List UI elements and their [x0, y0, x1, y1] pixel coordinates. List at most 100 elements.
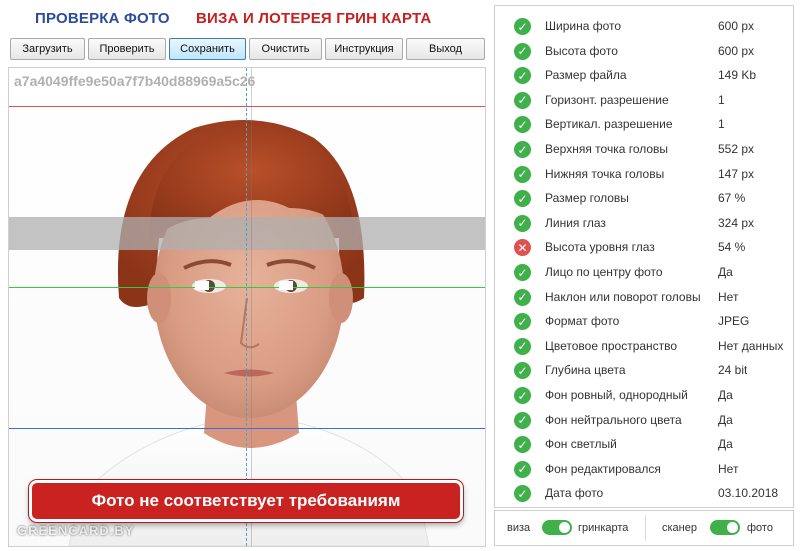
check-label: Высота уровня глаз: [545, 240, 655, 255]
toggle-knob: [559, 522, 570, 533]
check-label: Цветовое пространство: [545, 338, 678, 353]
check-row: ✓ Размер головы 67 %: [495, 186, 793, 210]
check-row: ✓ Глубина цвета 24 bit: [495, 358, 793, 382]
check-value: 600 px: [718, 43, 755, 58]
check-label: Глубина цвета: [545, 363, 626, 378]
check-row: ✓ Наклон или поворот головы Нет: [495, 285, 793, 309]
clear-button[interactable]: Очистить: [249, 38, 322, 60]
face-axis-line: [251, 68, 252, 546]
toggle-right-on-label: фото: [747, 522, 773, 534]
check-circle-icon: ✓: [514, 264, 531, 281]
check-label: Ширина фото: [545, 19, 622, 33]
check-row: ✓ Лицо по центру фото Да: [495, 260, 793, 284]
photo-hash: a7a4049ffe9e50a7f7b40d88969a5c26: [14, 73, 256, 89]
portrait-image: [68, 120, 430, 546]
check-value: Нет: [718, 289, 739, 304]
check-row: ✓ Формат фото JPEG: [495, 309, 793, 333]
check-row: ✓ Фон нейтрального цвета Да: [495, 408, 793, 432]
check-circle-icon: ✓: [514, 387, 531, 404]
check-circle-icon: ✓: [514, 91, 531, 109]
scanner-photo-toggle[interactable]: [710, 520, 740, 535]
toggle-knob: [727, 522, 738, 533]
check-circle-icon: ✓: [514, 141, 531, 158]
check-row: ✓ Размер файла 149 Kb: [495, 63, 793, 87]
check-circle-icon: ✓: [514, 190, 531, 208]
check-value: Да: [718, 437, 733, 452]
check-value: 149 Kb: [718, 68, 757, 83]
check-label: Высота фото: [545, 43, 618, 58]
check-label: Фон нейтрального цвета: [545, 412, 682, 427]
check-circle-icon: ✓: [514, 214, 531, 232]
check-row: ✓ Дата фото 03.10.2018: [495, 481, 793, 505]
instruction-button[interactable]: Инструкция: [325, 38, 403, 60]
check-results-panel: ✓ Ширина фото 600 px ✓ Высота фото 600 px ✓ Раз…: [494, 5, 794, 508]
toggle-divider: [645, 515, 646, 541]
eye-line: [9, 287, 485, 288]
toolbar: Загрузить Проверить Сохранить Очистить И…: [10, 38, 486, 62]
warning-banner: Фото не соответствует требованиям: [29, 480, 463, 522]
check-value: Да: [718, 412, 733, 427]
check-value: 324 px: [718, 215, 755, 230]
check-row: ✕ Высота уровня глаз 54 %: [495, 235, 793, 259]
visa-greencard-toggle[interactable]: [542, 520, 572, 535]
check-circle-icon: ✓: [514, 18, 531, 35]
app-title: ПРОВЕРКА ФОТО: [35, 10, 170, 27]
check-value: 03.10.2018: [718, 486, 779, 501]
check-row: ✓ Фон редактировался Нет: [495, 457, 793, 481]
check-value: Нет: [718, 461, 739, 476]
check-row: ✓ Фон ровный, однородный Да: [495, 383, 793, 407]
check-value: 147 px: [718, 166, 755, 181]
check-label: Дата фото: [545, 486, 604, 501]
check-circle-icon: ✓: [514, 485, 531, 503]
check-row: ✓ Вертикал. разрешение 1: [495, 112, 793, 136]
check-row: ✓ Цветовое пространство Нет данных: [495, 334, 793, 358]
center-line: [246, 68, 247, 546]
check-value: 67 %: [718, 191, 746, 206]
check-circle-icon: ✓: [514, 165, 531, 183]
load-button[interactable]: Загрузить: [10, 38, 85, 60]
check-label: Размер файла: [545, 68, 627, 83]
check-label: Фон светлый: [545, 437, 617, 452]
check-label: Горизонт. разрешение: [545, 92, 669, 107]
app-header: ПРОВЕРКА ФОТО ВИЗА И ЛОТЕРЕЯ ГРИН КАРТА: [0, 0, 490, 36]
check-circle-icon: ✓: [514, 313, 531, 331]
check-row: ✓ Нижняя точка головы 147 px: [495, 162, 793, 186]
eye-zone-band: [9, 217, 485, 250]
check-button[interactable]: Проверить: [88, 38, 166, 60]
check-value: 54 %: [718, 240, 746, 255]
check-row: ✓ Фон светлый Да: [495, 432, 793, 456]
check-value: 552 px: [718, 142, 755, 156]
check-circle-icon: ✓: [514, 42, 531, 60]
check-label: Нижняя точка головы: [545, 166, 665, 181]
check-circle-icon: ✓: [514, 411, 531, 429]
check-row: ✓ Верхняя точка головы 552 px: [495, 137, 793, 161]
toggle-right-off-label: сканер: [662, 522, 697, 534]
check-circle-icon: ✓: [514, 460, 531, 478]
check-label: Размер головы: [545, 191, 629, 206]
check-row: ✓ Горизонт. разрешение 1: [495, 88, 793, 112]
check-value: JPEG: [718, 314, 750, 329]
check-circle-icon: ✓: [514, 436, 531, 454]
check-label: Вертикал. разрешение: [545, 117, 673, 132]
check-value: Нет данных: [718, 338, 784, 353]
toggle-bar: виза гринкарта сканер фото: [494, 510, 794, 546]
check-label: Линия глаз: [545, 215, 606, 230]
check-circle-icon: ✓: [514, 362, 531, 380]
check-label: Верхняя точка головы: [545, 142, 669, 156]
save-button[interactable]: Сохранить: [169, 38, 246, 60]
photo-preview: a7a4049ffe9e50a7f7b40d88969a5c26 Фото не…: [8, 67, 486, 547]
check-circle-icon: ✓: [514, 116, 531, 134]
check-row: ✓ Линия глаз 324 px: [495, 211, 793, 235]
check-label: Фон ровный, однородный: [545, 388, 688, 402]
watermark: GREENCARD.BY: [17, 523, 135, 538]
check-circle-icon: ✓: [514, 288, 531, 306]
exit-button[interactable]: Выход: [406, 38, 485, 60]
head-top-line: [9, 106, 485, 107]
check-circle-icon: ✓: [514, 337, 531, 355]
toggle-left-on-label: гринкарта: [578, 522, 629, 534]
check-value: Да: [718, 265, 733, 279]
check-row: ✓ Ширина фото 600 px: [495, 14, 793, 38]
x-circle-icon: ✕: [514, 239, 531, 257]
check-row: ✓ Высота фото 600 px: [495, 39, 793, 63]
check-value: 1: [718, 117, 725, 132]
